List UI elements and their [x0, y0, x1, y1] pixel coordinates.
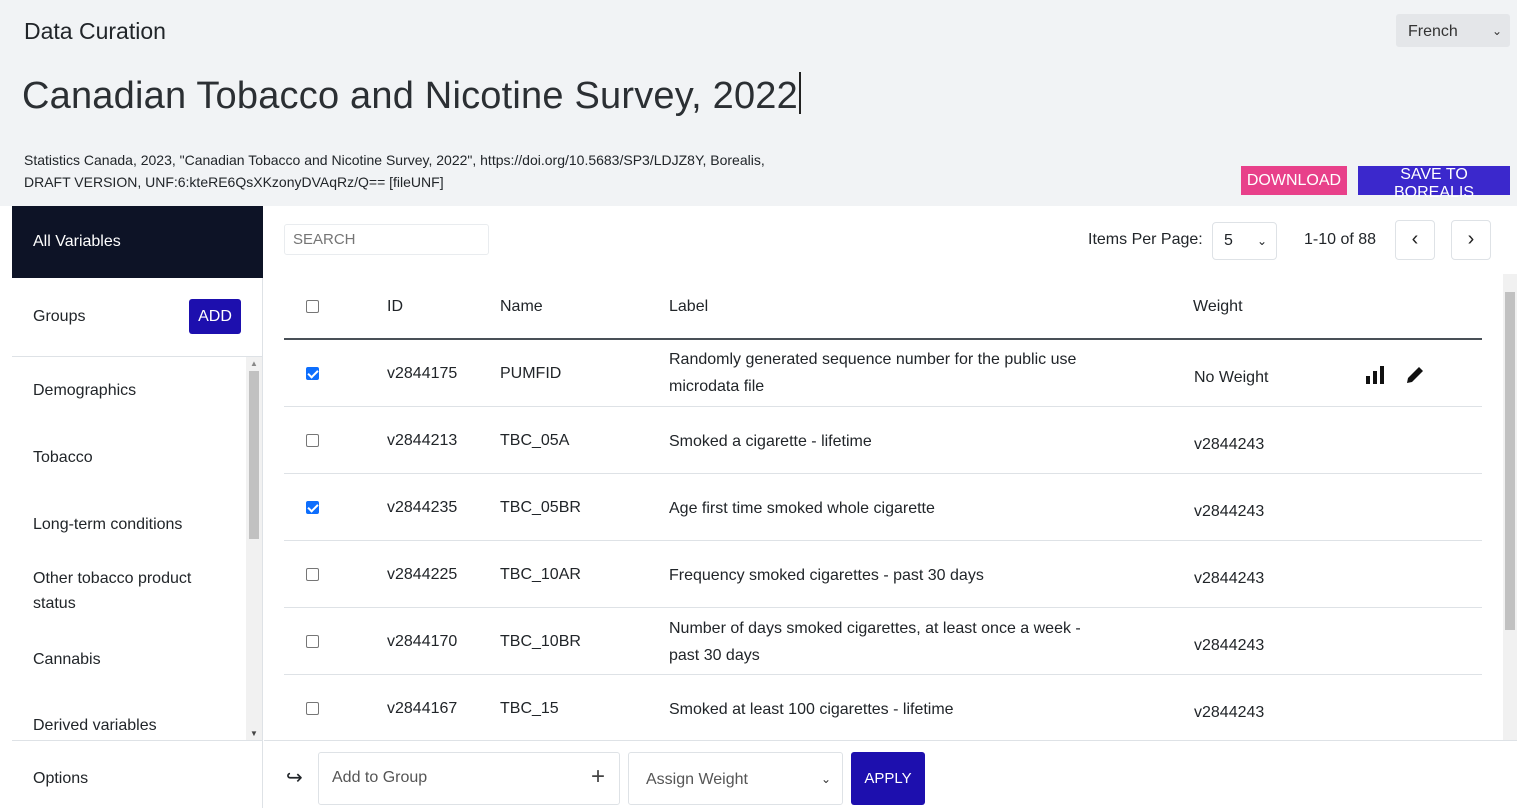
- sidebar-item-other-tobacco-product-status[interactable]: Other tobacco product status: [33, 566, 233, 616]
- row-id: v2844235: [387, 499, 458, 516]
- row-label: Smoked at least 100 cigarettes - lifetim…: [669, 701, 954, 718]
- row-weight: No Weight: [1194, 369, 1269, 386]
- groups-header: Groups ADD: [12, 278, 263, 357]
- row-name: TBC_05A: [500, 432, 570, 449]
- column-header-id[interactable]: ID: [387, 298, 403, 316]
- chevron-down-icon: ⌄: [820, 772, 831, 786]
- text-cursor: [798, 72, 801, 114]
- row-id: v2844175: [387, 365, 458, 382]
- table-row[interactable]: v2844175 PUMFID Randomly generated seque…: [284, 340, 1482, 407]
- table-row[interactable]: v2844170 TBC_10BR Number of days smoked …: [284, 608, 1482, 675]
- header: Data Curation French ⌄ Canadian Tobacco …: [0, 0, 1517, 206]
- next-page-button[interactable]: ›: [1451, 220, 1491, 260]
- sidebar-item-derived-variables[interactable]: Derived variables: [33, 713, 233, 738]
- row-label: Age first time smoked whole cigarette: [669, 500, 935, 517]
- language-value: French: [1408, 23, 1458, 40]
- apply-button[interactable]: APPLY: [851, 752, 925, 805]
- sidebar-item-demographics[interactable]: Demographics: [33, 378, 233, 403]
- table-row[interactable]: v2844213 TBC_05A Smoked a cigarette - li…: [284, 407, 1482, 474]
- row-weight: v2844243: [1194, 436, 1265, 453]
- row-weight: v2844243: [1194, 570, 1265, 587]
- sidebar-scrollbar[interactable]: ▲ ▼: [246, 357, 262, 740]
- select-all-checkbox[interactable]: [306, 300, 319, 313]
- row-checkbox[interactable]: [306, 367, 319, 380]
- row-id: v2844170: [387, 633, 458, 650]
- table-row[interactable]: v2844167 TBC_15 Smoked at least 100 ciga…: [284, 675, 1482, 742]
- bulk-actions-bar: ↪ Add to Group + Assign Weight ⌄ APPLY: [264, 740, 1517, 808]
- edit-pencil-icon[interactable]: [1404, 364, 1426, 391]
- assign-weight-text: Assign Weight: [646, 771, 748, 788]
- sidebar-item-tobacco[interactable]: Tobacco: [33, 445, 233, 470]
- items-per-page-select[interactable]: 5 ⌄: [1212, 222, 1277, 260]
- row-label: Randomly generated sequence number for t…: [669, 351, 1077, 395]
- items-per-page-value: 5: [1224, 232, 1233, 249]
- row-id: v2844213: [387, 432, 458, 449]
- chevron-down-icon: ⌄: [1491, 24, 1502, 38]
- assign-weight-select[interactable]: Assign Weight ⌄: [628, 752, 843, 805]
- pagination-range: 1-10 of 88: [1304, 231, 1377, 248]
- column-header-label[interactable]: Label: [669, 298, 708, 316]
- row-checkbox[interactable]: [306, 635, 319, 648]
- row-checkbox[interactable]: [306, 434, 319, 447]
- sidebar: All Variables Groups ADD Demographics To…: [12, 206, 263, 808]
- sidebar-item-cannabis[interactable]: Cannabis: [33, 647, 233, 672]
- redo-arrow-icon: ↪: [286, 767, 303, 789]
- add-group-button[interactable]: ADD: [189, 299, 241, 334]
- table-scrollbar[interactable]: [1503, 274, 1517, 740]
- table-scroll-thumb[interactable]: [1505, 292, 1515, 630]
- table-row[interactable]: v2844235 TBC_05BR Age first time smoked …: [284, 474, 1482, 541]
- scroll-up-icon[interactable]: ▲: [250, 359, 258, 368]
- add-to-group-field[interactable]: Add to Group +: [318, 752, 620, 805]
- table-row[interactable]: v2844225 TBC_10AR Frequency smoked cigar…: [284, 541, 1482, 608]
- search-input[interactable]: [284, 224, 489, 255]
- column-header-weight[interactable]: Weight: [1193, 298, 1243, 316]
- download-button[interactable]: DOWNLOAD: [1241, 166, 1347, 195]
- dataset-title-text: Canadian Tobacco and Nicotine Survey, 20…: [22, 75, 798, 117]
- plus-icon[interactable]: +: [591, 763, 605, 791]
- row-name: TBC_10AR: [500, 566, 581, 583]
- row-weight: v2844243: [1194, 503, 1265, 520]
- citation-line-1: Statistics Canada, 2023, "Canadian Tobac…: [24, 152, 765, 168]
- dataset-title[interactable]: Canadian Tobacco and Nicotine Survey, 20…: [22, 72, 801, 118]
- scroll-down-icon[interactable]: ▼: [250, 729, 258, 738]
- table-header: ID Name Label Weight: [284, 276, 1482, 340]
- sidebar-item-options[interactable]: Options: [12, 740, 263, 808]
- row-name: TBC_15: [500, 700, 559, 717]
- citation-line-2: DRAFT VERSION, UNF:6:kteRE6QsXKzonyDVAqR…: [24, 174, 444, 190]
- row-name: TBC_05BR: [500, 499, 581, 516]
- groups-label: Groups: [33, 308, 86, 325]
- chevron-left-icon: ‹: [1411, 228, 1419, 250]
- column-header-name[interactable]: Name: [500, 298, 543, 316]
- row-checkbox[interactable]: [306, 568, 319, 581]
- chevron-down-icon: ⌄: [1256, 234, 1267, 248]
- previous-page-button[interactable]: ‹: [1395, 220, 1435, 260]
- group-list: Demographics Tobacco Long-term condition…: [12, 357, 263, 740]
- row-label: Smoked a cigarette - lifetime: [669, 433, 872, 450]
- row-name: TBC_10BR: [500, 633, 581, 650]
- chevron-right-icon: ›: [1467, 228, 1475, 250]
- row-label: Frequency smoked cigarettes - past 30 da…: [669, 567, 984, 584]
- items-per-page-label: Items Per Page:: [1088, 231, 1203, 248]
- bar-chart-icon[interactable]: [1364, 364, 1386, 391]
- row-weight: v2844243: [1194, 637, 1265, 654]
- row-label: Number of days smoked cigarettes, at lea…: [669, 620, 1081, 664]
- sidebar-scroll-thumb[interactable]: [249, 371, 259, 539]
- row-checkbox[interactable]: [306, 501, 319, 514]
- citation: Statistics Canada, 2023, "Canadian Tobac…: [24, 149, 765, 193]
- add-to-group-text: Add to Group: [332, 769, 428, 786]
- row-weight: v2844243: [1194, 704, 1265, 721]
- row-id: v2844225: [387, 566, 458, 583]
- row-checkbox[interactable]: [306, 702, 319, 715]
- language-select[interactable]: French ⌄: [1396, 14, 1510, 47]
- app-title: Data Curation: [24, 18, 166, 44]
- sidebar-item-all-variables[interactable]: All Variables: [12, 206, 263, 278]
- save-to-borealis-button[interactable]: SAVE TO BOREALIS: [1358, 166, 1510, 201]
- row-name: PUMFID: [500, 365, 562, 382]
- sidebar-item-long-term-conditions[interactable]: Long-term conditions: [33, 512, 233, 537]
- row-id: v2844167: [387, 700, 458, 717]
